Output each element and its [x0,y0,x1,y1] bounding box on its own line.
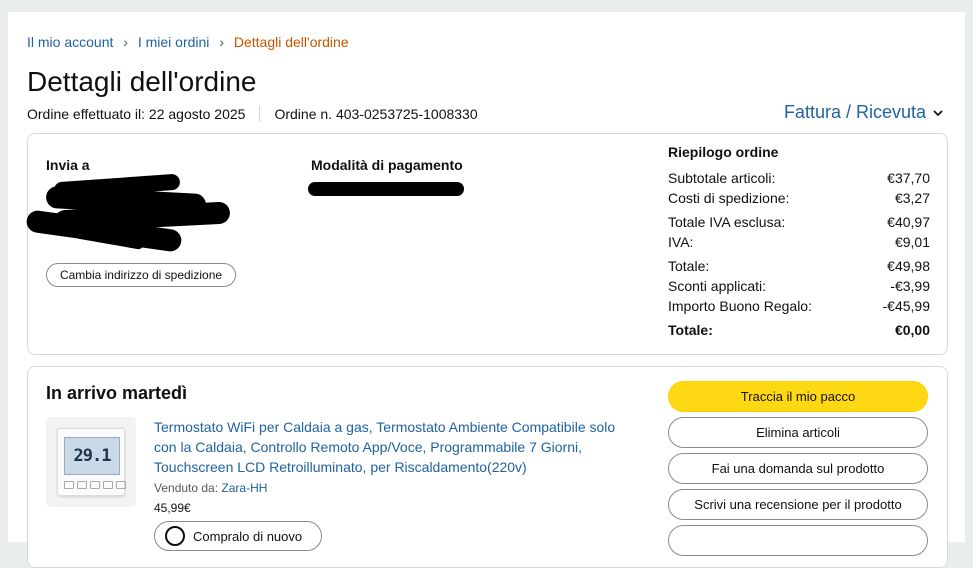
write-review-button[interactable]: Scrivi una recensione per il prodotto [668,489,928,520]
sold-by: Venduto da: Zara-HH [154,481,267,495]
summary-label: Totale: [668,322,713,338]
invoice-link[interactable]: Fattura / Ricevuta [784,102,944,123]
breadcrumb-current: Dettagli dell'ordine [233,34,349,50]
order-number: Ordine n. 403-0253725-1008330 [274,106,478,122]
payment-method-title: Modalità di pagamento [311,157,463,173]
breadcrumb-my-orders[interactable]: I miei ordini [138,34,210,50]
summary-value: €49,98 [887,258,930,274]
summary-row-vat: IVA: €9,01 [668,232,930,252]
arrival-status: In arrivo martedì [46,383,188,403]
summary-value: €37,70 [887,170,930,186]
buy-again-button[interactable]: Compralo di nuovo [154,521,322,551]
summary-row-total: Totale: €49,98 [668,256,930,276]
track-package-button[interactable]: Traccia il mio pacco [668,381,928,412]
shipment-actions: Traccia il mio pacco Elimina articoli Fa… [668,381,930,561]
order-summary: Riepilogo ordine Subtotale articoli: €37… [668,144,930,340]
summary-value: €3,27 [894,190,930,206]
seller-link[interactable]: Zara-HH [221,481,267,495]
summary-label: Subtotale articoli: [668,170,776,186]
change-address-button[interactable]: Cambia indirizzo di spedizione [46,263,236,287]
shipment-card: In arrivo martedì 29.1 Termostato WiFi p… [27,366,948,568]
thermostat-buttons [64,481,126,489]
summary-row-grand-total: Totale: €0,00 [668,320,930,340]
order-info-card: Invia a Cambia indirizzo di spedizione M… [25,133,948,355]
summary-row-total-excl-vat: Totale IVA esclusa: €40,97 [668,212,930,232]
summary-label: IVA: [668,234,694,250]
breadcrumb-my-account[interactable]: Il mio account [27,34,113,50]
product-price: 45,99€ [154,501,191,515]
summary-value: €9,01 [894,234,930,250]
summary-label: Costi di spedizione: [668,190,790,206]
summary-row-subtotal: Subtotale articoli: €37,70 [668,168,930,188]
summary-row-discounts: Sconti applicati: -€3,99 [668,276,930,296]
summary-row-gift-card: Importo Buono Regalo: -€45,99 [668,296,930,316]
thermostat-display: 29.1 [64,437,120,475]
summary-label: Totale: [668,258,710,274]
order-summary-title: Riepilogo ordine [668,144,779,160]
thermostat-image: 29.1 [57,428,126,496]
ask-question-button[interactable]: Fai una domanda sul prodotto [668,453,928,484]
order-date: Ordine effettuato il: 22 agosto 2025 [27,106,246,122]
summary-row-shipping: Costi di spedizione: €3,27 [668,188,930,208]
page-title: Dettagli dell'ordine [27,66,257,97]
sold-by-label: Venduto da: [154,481,219,495]
order-meta: Ordine effettuato il: 22 agosto 2025 Ord… [27,106,478,122]
product-thumbnail[interactable]: 29.1 [46,417,136,507]
summary-value: -€45,99 [882,298,930,314]
breadcrumb: Il mio account › I miei ordini › Dettagl… [27,34,355,50]
order-details-page: Il mio account › I miei ordini › Dettagl… [8,12,965,568]
summary-value: -€3,99 [890,278,930,294]
redacted-payment [308,182,464,196]
delete-items-button[interactable]: Elimina articoli [668,417,928,448]
breadcrumb-separator: › [219,34,224,50]
summary-value: €0,00 [894,322,930,338]
summary-label: Sconti applicati: [668,278,767,294]
ship-to-title: Invia a [46,157,90,173]
chevron-down-icon [933,109,943,116]
meta-divider [259,106,261,122]
summary-label: Importo Buono Regalo: [668,298,812,314]
buy-again-label: Compralo di nuovo [193,528,303,544]
more-actions-button[interactable] [668,525,928,556]
product-title-link[interactable]: Termostato WiFi per Caldaia a gas, Termo… [154,417,634,477]
breadcrumb-separator: › [123,34,128,50]
buy-again-icon [165,526,185,546]
summary-value: €40,97 [887,214,930,230]
invoice-label: Fattura / Ricevuta [783,102,926,122]
summary-label: Totale IVA esclusa: [668,214,786,230]
